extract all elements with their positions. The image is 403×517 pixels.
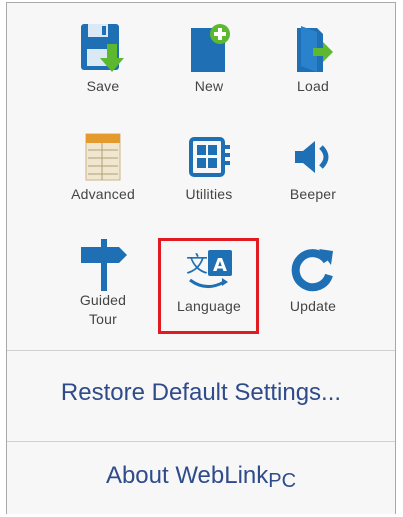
beeper-tile[interactable]: Beeper (263, 129, 363, 229)
menu-divider (7, 441, 395, 442)
speaker-icon (285, 129, 341, 185)
about-weblink-link[interactable]: About WebLinkPC (7, 462, 395, 492)
update-label: Update (289, 298, 337, 314)
language-highlight-box (158, 238, 259, 334)
load-tile[interactable]: Load (263, 21, 363, 121)
signpost-icon (75, 235, 131, 291)
save-icon (75, 21, 131, 77)
restore-default-settings-link[interactable]: Restore Default Settings... (7, 379, 395, 407)
about-suffix: PC (268, 470, 297, 492)
guided-tour-label-line1: Guided (79, 292, 127, 308)
advanced-settings-icon (75, 129, 131, 185)
utilities-tile[interactable]: Utilities (159, 129, 259, 229)
save-tile[interactable]: Save (53, 21, 153, 121)
settings-menu-panel: Save New Load Advanced Utilities Beeper … (6, 2, 396, 514)
new-document-icon (181, 21, 237, 77)
update-tile[interactable]: Update (263, 241, 363, 341)
tile-grid: Save New Load Advanced Utilities Beeper … (7, 3, 395, 349)
new-label: New (194, 78, 224, 94)
new-tile[interactable]: New (159, 21, 259, 121)
utilities-label: Utilities (185, 186, 233, 202)
restore-default-settings-label: Restore Default Settings... (60, 379, 342, 406)
beeper-label: Beeper (289, 186, 337, 202)
load-label: Load (297, 78, 329, 94)
advanced-tile[interactable]: Advanced (53, 129, 153, 229)
advanced-label: Advanced (71, 186, 135, 202)
guided-tour-label-line2: Tour (88, 311, 118, 327)
about-label: About WebLink (105, 462, 269, 489)
guided-tour-tile[interactable]: Guided Tour (53, 235, 153, 335)
load-icon (285, 21, 341, 77)
menu-divider (7, 350, 395, 351)
save-label: Save (86, 78, 120, 94)
utilities-icon (181, 129, 237, 185)
refresh-icon (285, 241, 341, 297)
